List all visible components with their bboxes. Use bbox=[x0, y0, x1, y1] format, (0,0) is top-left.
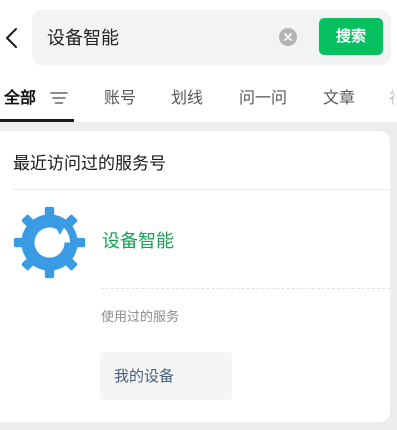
section-title: 最近访问过的服务号 bbox=[13, 154, 166, 174]
refresh-gear-icon bbox=[13, 206, 86, 279]
tab-accounts[interactable]: 账号 bbox=[104, 87, 136, 109]
tabs-fade-edge bbox=[383, 72, 397, 122]
account-name: 设备智能 bbox=[102, 231, 174, 252]
tab-all[interactable]: 全部 bbox=[4, 87, 36, 109]
tab-articles[interactable]: 文章 bbox=[323, 87, 355, 109]
chevron-left-icon bbox=[6, 28, 17, 48]
service-label: 我的设备 bbox=[114, 367, 175, 385]
recent-services-card: 最近访问过的服务号 设备智能 使用过的服务 我的设备 bbox=[0, 131, 390, 422]
avatar bbox=[12, 205, 87, 280]
tab-highlights[interactable]: 划线 bbox=[171, 87, 203, 109]
dashed-divider bbox=[101, 288, 390, 289]
active-tab-indicator bbox=[0, 119, 74, 122]
tab-ask[interactable]: 问一问 bbox=[239, 87, 287, 109]
used-services-title: 使用过的服务 bbox=[101, 310, 180, 325]
back-button[interactable] bbox=[2, 24, 24, 52]
service-my-devices[interactable]: 我的设备 bbox=[100, 352, 232, 400]
close-icon bbox=[284, 33, 292, 41]
search-header: 搜索 bbox=[0, 0, 397, 72]
search-button[interactable]: 搜索 bbox=[319, 18, 383, 55]
section-divider bbox=[13, 189, 390, 190]
search-results-screen: 搜索 全部 账号 划线 问一问 文章 视 最近访问过的服务号 bbox=[0, 0, 397, 430]
clear-search-button[interactable] bbox=[279, 28, 297, 46]
result-type-tabs: 全部 账号 划线 问一问 文章 视 bbox=[0, 72, 397, 122]
filter-icon[interactable] bbox=[50, 90, 68, 106]
account-item[interactable]: 设备智能 bbox=[0, 193, 390, 289]
search-input[interactable] bbox=[47, 23, 267, 51]
search-box: 搜索 bbox=[32, 10, 391, 65]
